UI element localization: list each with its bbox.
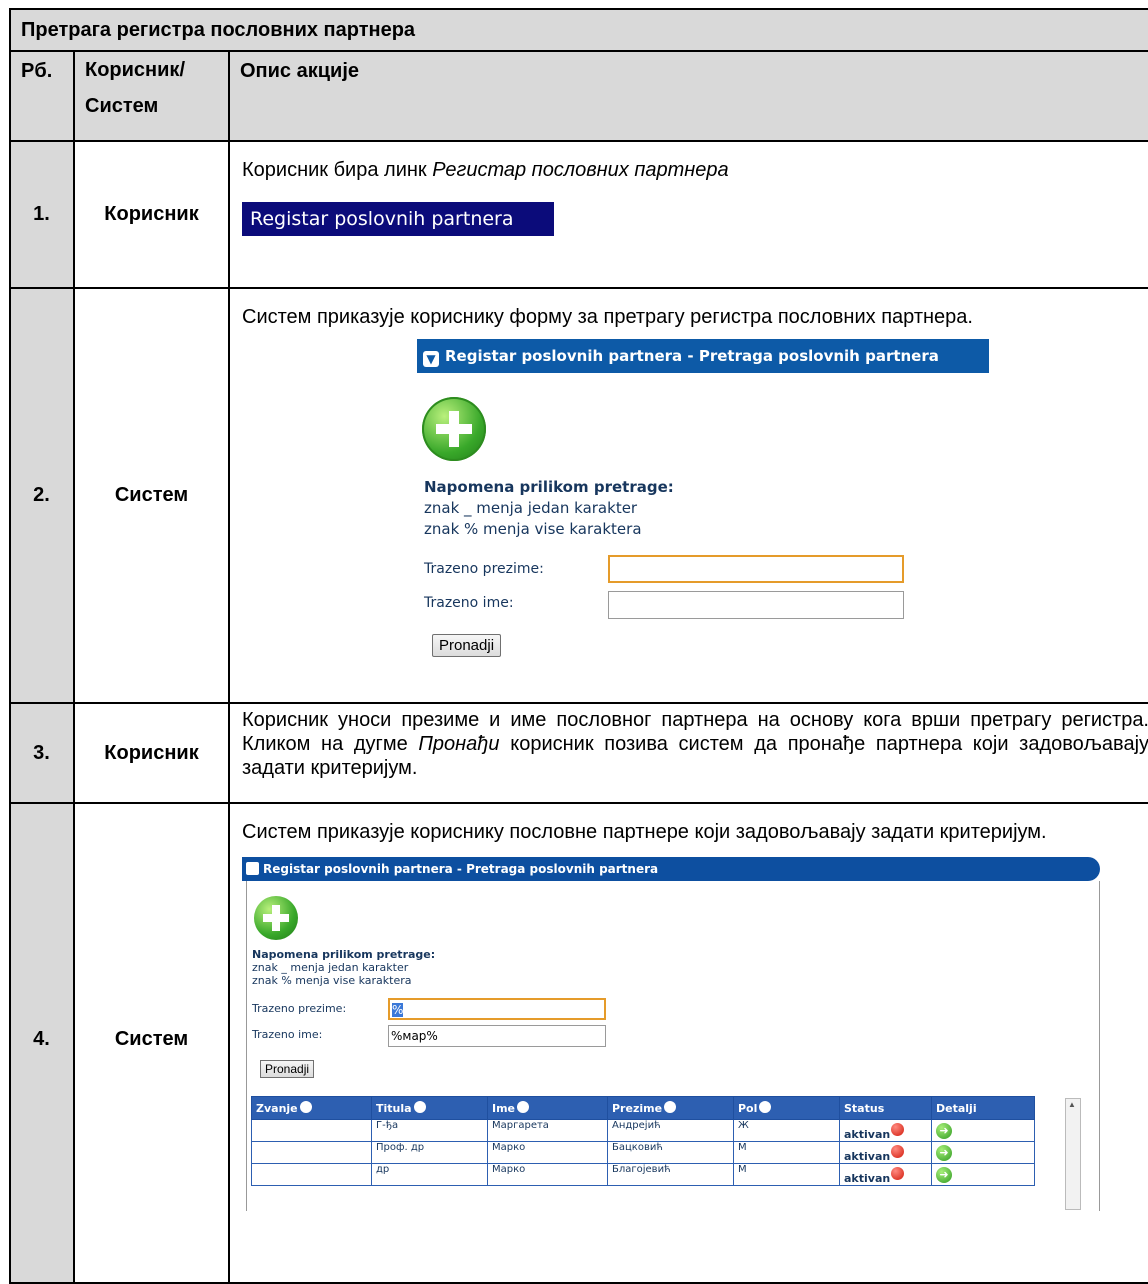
column-header: Detalji xyxy=(931,1096,1035,1120)
column-header[interactable]: Titula xyxy=(371,1096,488,1120)
panel-title: Registar poslovnih partnera - Pretraga p… xyxy=(445,347,939,365)
header-number: Рб. xyxy=(9,50,75,142)
status-label: aktivan xyxy=(844,1172,891,1185)
column-header[interactable]: Pol xyxy=(733,1096,840,1120)
sort-arrow-icon[interactable] xyxy=(664,1101,677,1113)
panel-header: Registar poslovnih partnera - Pretraga p… xyxy=(242,857,1100,881)
column-header[interactable]: Ime xyxy=(487,1096,608,1120)
sort-arrow-icon[interactable] xyxy=(413,1101,426,1113)
prezime-label: Trazeno prezime: xyxy=(424,561,544,577)
row-number: 2. xyxy=(9,287,75,704)
row-text: Корисник уноси презиме и име пословног п… xyxy=(242,709,1148,779)
row-actor: Систем xyxy=(73,802,230,1284)
row-actor: Корисник xyxy=(73,140,230,289)
table-title: Претрага регистра пословних партнера xyxy=(9,8,1148,52)
status-label: aktivan xyxy=(844,1150,891,1163)
pronadji-button[interactable]: Pronadji xyxy=(432,634,502,657)
header-actor-line1: Корисник/ xyxy=(85,59,185,81)
column-header[interactable]: Zvanje xyxy=(251,1096,372,1120)
panel-header: ▼ Registar poslovnih partnera - Pretraga … xyxy=(417,339,989,373)
table-row: Проф. др Марко Бацковић М aktivan ➜ xyxy=(251,1141,1035,1164)
search-form-screenshot: ▼ Registar poslovnih partnera - Pretraga … xyxy=(242,329,1148,659)
row-description: Систем приказује кориснику форму за прет… xyxy=(228,287,1148,704)
plus-circle-icon[interactable] xyxy=(422,397,486,461)
header-actor: Корисник/ Систем xyxy=(73,50,230,142)
red-dot-icon xyxy=(891,1145,905,1158)
row-number: 4. xyxy=(9,802,75,1284)
column-header: Status xyxy=(839,1096,932,1120)
chevron-down-icon[interactable]: ▼ xyxy=(423,351,439,367)
row-description: Корисник бира линк Регистар пословних па… xyxy=(228,140,1148,289)
status-label: aktivan xyxy=(844,1128,891,1141)
panel-title: Registar poslovnih partnera - Pretraga p… xyxy=(263,862,659,876)
chevron-down-icon[interactable] xyxy=(246,862,259,875)
ime-input[interactable] xyxy=(608,591,904,619)
registar-link[interactable]: Registar poslovnih partnera xyxy=(242,202,554,236)
plus-circle-icon[interactable] xyxy=(254,896,298,940)
column-header[interactable]: Prezime xyxy=(607,1096,734,1120)
sort-arrow-icon[interactable] xyxy=(759,1101,772,1113)
table-row: Г-ђа Маргарета Андрејић Ж aktivan ➜ xyxy=(251,1119,1035,1142)
use-case-table: Претрага регистра пословних партнера Рб.… xyxy=(9,8,1148,1284)
row-text: Корисник бира линк Регистар пословних па… xyxy=(242,159,729,181)
arrow-right-circle-icon[interactable]: ➜ xyxy=(936,1123,952,1139)
pronadji-button[interactable]: Pronadji xyxy=(260,1060,315,1078)
row-description: Корисник уноси презиме и име пословног п… xyxy=(228,702,1148,804)
header-description: Опис акције xyxy=(228,50,1148,142)
results-table: Zvanje Titula Ime Prezime Pol Status Det… xyxy=(251,1096,1035,1186)
prezime-label: Trazeno prezime: xyxy=(252,1002,347,1015)
row-number: 3. xyxy=(9,702,75,804)
row-actor: Систем xyxy=(73,287,230,704)
ime-input[interactable]: %мар% xyxy=(388,1025,606,1047)
results-screenshot: Registar poslovnih partnera - Pretraga p… xyxy=(242,844,1148,1211)
row-number: 1. xyxy=(9,140,75,289)
row-text: Систем приказује кориснику форму за прет… xyxy=(242,306,973,328)
arrow-right-circle-icon[interactable]: ➜ xyxy=(936,1167,952,1183)
prezime-input[interactable]: % xyxy=(388,998,606,1020)
ime-label: Trazeno ime: xyxy=(424,595,514,611)
sort-arrow-icon[interactable] xyxy=(517,1101,530,1113)
red-dot-icon xyxy=(891,1123,905,1136)
sort-arrow-icon[interactable] xyxy=(299,1101,312,1113)
row-text: Систем приказује кориснику пословне парт… xyxy=(242,821,1047,843)
ime-label: Trazeno ime: xyxy=(252,1028,323,1041)
arrow-right-circle-icon[interactable]: ➜ xyxy=(936,1145,952,1161)
scrollbar[interactable] xyxy=(1065,1098,1081,1210)
row-actor: Корисник xyxy=(73,702,230,804)
red-dot-icon xyxy=(891,1167,905,1180)
search-note: Napomena prilikom pretrage: znak _ menja… xyxy=(252,948,436,987)
table-row: др Марко Благојевић М aktivan ➜ xyxy=(251,1163,1035,1186)
prezime-input[interactable] xyxy=(608,555,904,583)
header-actor-line2: Систем xyxy=(85,95,159,117)
row-description: Систем приказује кориснику пословне парт… xyxy=(228,802,1148,1284)
search-note: Napomena prilikom pretrage: znak _ menja… xyxy=(424,478,674,538)
